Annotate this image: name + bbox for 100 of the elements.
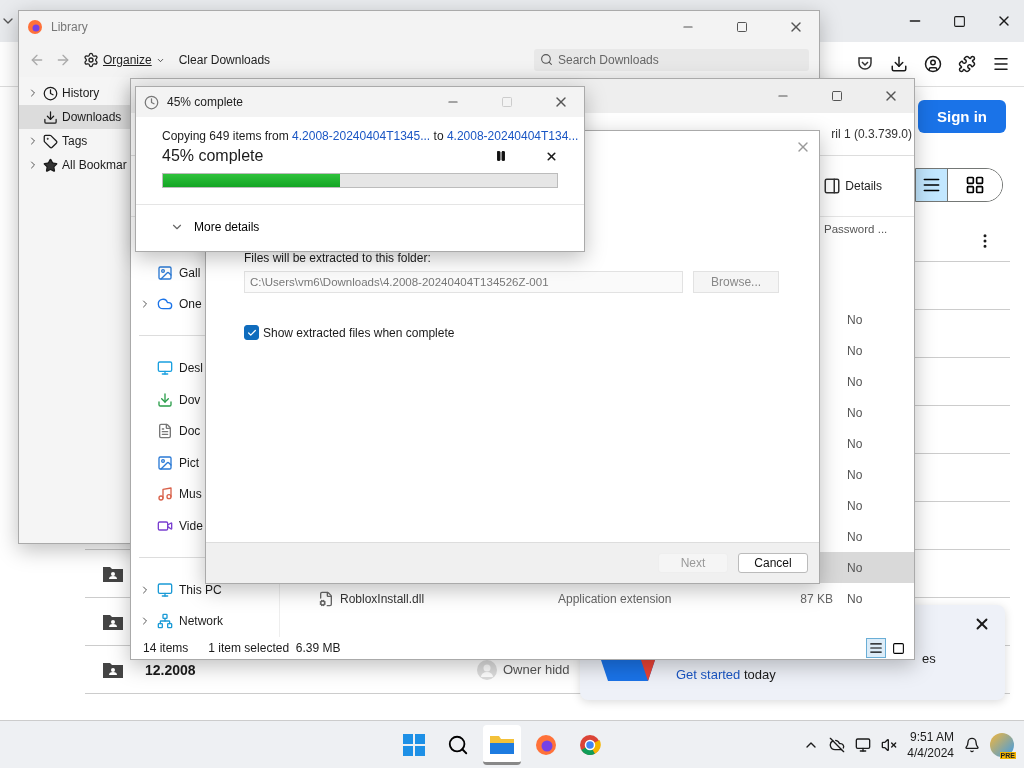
- folder-name: 12.2008: [145, 661, 197, 678]
- password-cell: No: [847, 405, 863, 420]
- folder-label: Files will be extracted to this folder:: [244, 251, 432, 265]
- tiles-icon: [891, 641, 905, 655]
- shared-folder-icon: [103, 661, 123, 678]
- file-type: Application extension: [558, 591, 672, 606]
- music-icon: [157, 486, 173, 503]
- maximize-icon: [831, 90, 843, 102]
- password-cell: No: [847, 343, 863, 358]
- file-row[interactable]: RobloxInstall.dll Application extension 87 KB No: [288, 583, 914, 614]
- download-icon: [43, 109, 58, 125]
- password-cell: No: [847, 436, 863, 451]
- path-field[interactable]: C:\Users\vm6\Downloads\4.2008-20240404T134526Z-001: [244, 271, 684, 293]
- menu-icon[interactable]: [992, 55, 1010, 73]
- shared-folder-icon: [103, 613, 123, 630]
- nav-item[interactable]: Mus: [139, 478, 202, 511]
- nav-item[interactable]: Desl: [139, 352, 203, 384]
- clock-icon: [144, 94, 159, 110]
- more-details-button[interactable]: More details: [164, 218, 266, 235]
- window-title: 45% complete: [167, 95, 245, 109]
- breadcrumb-text: ril 1 (0.3.739.0): [831, 127, 912, 141]
- source-link[interactable]: 4.2008-20240404T1345...: [292, 129, 431, 143]
- details-view-button[interactable]: [866, 638, 886, 658]
- progress-heading: 45% complete: [162, 147, 265, 165]
- nav-item[interactable]: Pict: [139, 447, 199, 479]
- password-cell: No: [847, 560, 863, 575]
- grid-icon: [965, 175, 985, 195]
- toast-text: es: [922, 651, 936, 666]
- download-icon[interactable]: [890, 55, 908, 73]
- check-icon: [246, 327, 257, 338]
- item-count: 14 items: [143, 641, 189, 655]
- sidebar-item[interactable]: Downloads: [19, 105, 131, 129]
- organize-button[interactable]: Organize: [81, 50, 167, 70]
- file-name: RobloxInstall.dll: [340, 591, 425, 606]
- picture-icon: [157, 264, 173, 281]
- nav-item[interactable]: Vide: [139, 510, 203, 542]
- firefox-logo-icon: [534, 734, 557, 756]
- gear-icon: [83, 52, 99, 68]
- account-icon[interactable]: [924, 55, 942, 73]
- folder-icon: [489, 733, 514, 754]
- panel-icon: [823, 177, 842, 195]
- password-cell: No: [847, 374, 863, 389]
- cloud-off-icon[interactable]: [829, 737, 846, 753]
- tag-icon: [43, 133, 58, 149]
- password-cell: No: [847, 467, 863, 482]
- owner-text: Owner hidd: [503, 662, 570, 677]
- sidebar-item[interactable]: All Bookmar: [19, 153, 131, 177]
- windows-logo-icon: [402, 734, 425, 756]
- shared-folder-icon: [103, 565, 123, 582]
- destination-link[interactable]: 4.2008-20240404T134...: [446, 129, 579, 143]
- clock[interactable]: 9:51 AM 4/4/2024: [907, 729, 954, 761]
- restore-icon[interactable]: [953, 14, 966, 28]
- maximize-icon: [736, 21, 748, 33]
- sidebar-item[interactable]: Tags: [19, 129, 131, 153]
- get-started-link[interactable]: Get started: [676, 667, 741, 682]
- network-icon: [157, 613, 173, 630]
- search-icon: [540, 53, 553, 66]
- selection-info: 1 item selected 6.39 MB: [208, 641, 341, 655]
- sign-in-button[interactable]: Sign in: [918, 100, 1006, 133]
- password-cell: No: [847, 529, 863, 544]
- search-icon: [446, 734, 469, 756]
- picture-icon: [157, 454, 173, 471]
- nav-item[interactable]: This PC: [139, 573, 222, 606]
- file-size: 87 KB: [800, 591, 833, 606]
- firefox-logo-icon: [27, 19, 43, 35]
- list-view-button[interactable]: [916, 169, 948, 201]
- maximize-icon: [501, 96, 513, 108]
- clear-downloads-button[interactable]: Clear Downloads: [176, 51, 273, 69]
- details-button[interactable]: Details: [821, 175, 884, 197]
- chrome-logo-icon: [578, 734, 601, 756]
- pocket-icon[interactable]: [856, 55, 874, 73]
- sidebar-item[interactable]: History: [19, 81, 131, 105]
- mute-icon[interactable]: [881, 737, 898, 753]
- nav-item[interactable]: Network: [139, 605, 223, 638]
- toast-message: Get started today: [676, 667, 776, 682]
- password-cell: No: [847, 498, 863, 513]
- file-icon: [318, 590, 334, 607]
- cancel-icon[interactable]: [545, 149, 558, 163]
- puzzle-icon[interactable]: [958, 55, 976, 73]
- file-explorer-button[interactable]: [482, 725, 521, 765]
- search-field[interactable]: Search Downloads: [534, 49, 809, 71]
- bell-icon[interactable]: [964, 737, 980, 753]
- clock-icon: [43, 85, 58, 101]
- column-header[interactable]: Password ...: [824, 223, 888, 235]
- monitor-icon: [157, 581, 173, 598]
- star-icon: [43, 157, 58, 173]
- monitor-icon: [157, 360, 173, 376]
- nav-item[interactable]: Gall: [139, 257, 201, 289]
- show-files-checkbox[interactable]: Show extracted files when complete: [244, 325, 779, 340]
- pause-icon[interactable]: [495, 150, 507, 162]
- nav-item[interactable]: One: [139, 288, 202, 321]
- cancel-button[interactable]: Cancel: [738, 553, 808, 573]
- window-title: Library: [51, 20, 89, 34]
- download-icon: [157, 391, 173, 408]
- nav-item[interactable]: Dov: [139, 383, 201, 416]
- monitor-icon[interactable]: [855, 737, 872, 753]
- password-cell: No: [847, 591, 863, 606]
- list-icon: [869, 641, 883, 655]
- nav-item[interactable]: Doc: [139, 415, 201, 448]
- document-icon: [157, 423, 173, 440]
